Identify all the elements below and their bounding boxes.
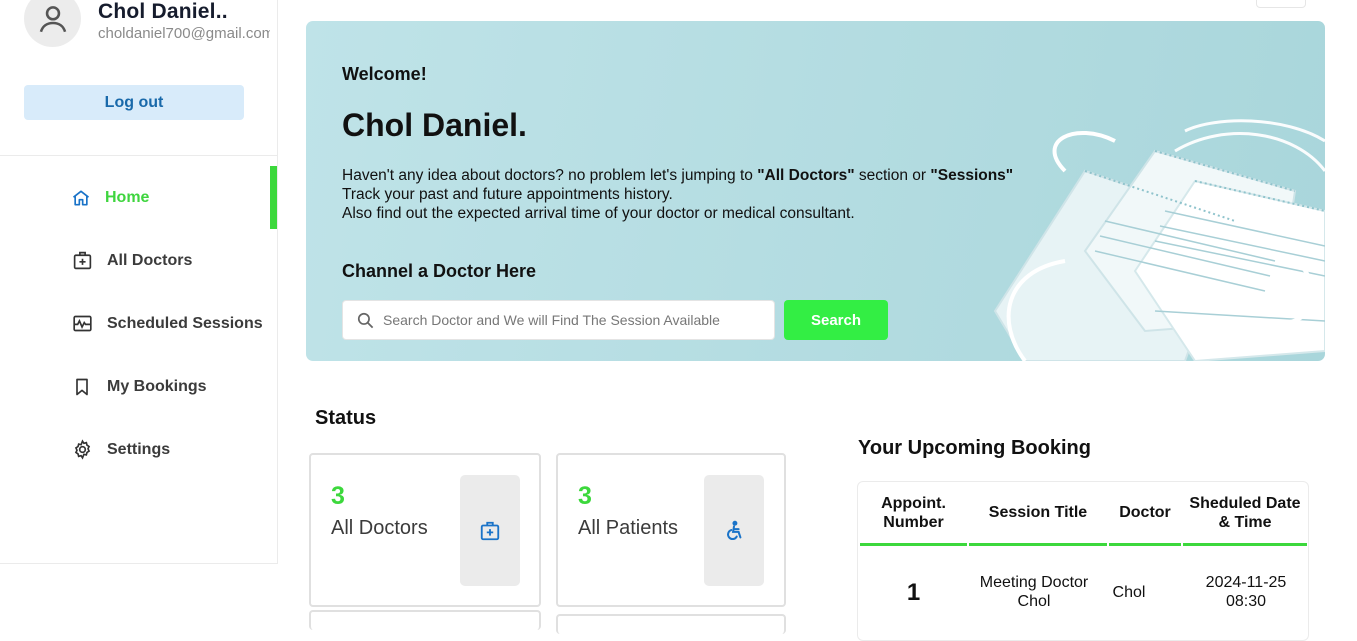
booking-table: Appoint. Number Session Title Doctor She… bbox=[857, 481, 1309, 641]
stat-value: 3 bbox=[578, 482, 592, 510]
channel-doctor-heading: Channel a Doctor Here bbox=[342, 261, 537, 281]
sidebar-item-label: All Doctors bbox=[107, 251, 193, 269]
sidebar-item-label: Settings bbox=[107, 440, 171, 458]
table-cell-session: Meeting Doctor Chol bbox=[979, 574, 1089, 610]
active-indicator bbox=[270, 166, 277, 229]
medical-bag-icon bbox=[71, 250, 93, 272]
home-icon bbox=[70, 187, 92, 209]
bookmark-icon bbox=[71, 376, 93, 398]
avatar bbox=[24, 0, 81, 47]
sidebar-item-settings[interactable]: Settings bbox=[0, 418, 277, 481]
upcoming-booking-heading: Your Upcoming Booking bbox=[858, 437, 1091, 459]
stat-value: 3 bbox=[331, 482, 345, 510]
search-field[interactable] bbox=[342, 300, 775, 340]
user-name-heading: Chol Daniel. bbox=[342, 107, 527, 143]
banner-line1-text: Haven't any idea about doctors? no probl… bbox=[342, 167, 758, 184]
sidebar-item-my-bookings[interactable]: My Bookings bbox=[0, 355, 277, 418]
profile-email: choldaniel700@gmail.com bbox=[98, 25, 270, 42]
status-heading: Status bbox=[315, 407, 377, 429]
column-header: Session Title bbox=[969, 482, 1107, 546]
welcome-heading: Welcome! bbox=[342, 64, 427, 84]
stat-icon-box bbox=[460, 475, 520, 586]
sidebar-item-all-doctors[interactable]: All Doctors bbox=[0, 229, 277, 292]
table-cell-doctor: Chol bbox=[1112, 583, 1146, 601]
column-header: Doctor bbox=[1109, 482, 1181, 546]
banner-description: Haven't any idea about doctors? no probl… bbox=[342, 166, 1102, 223]
sidebar-item-label: Home bbox=[105, 188, 150, 206]
profile-name: Chol Daniel.. bbox=[98, 0, 228, 23]
stat-icon-box bbox=[704, 475, 764, 586]
banner-line3: Also find out the expected arrival time … bbox=[342, 205, 855, 222]
user-icon bbox=[39, 5, 66, 32]
column-header: Appoint. Number bbox=[860, 482, 967, 546]
stat-card-patients[interactable]: 3 All Patients bbox=[556, 453, 786, 607]
logout-button[interactable]: Log out bbox=[24, 85, 244, 120]
sidebar-item-label: My Bookings bbox=[107, 377, 207, 395]
column-header: Sheduled Date & Time bbox=[1183, 482, 1307, 546]
top-corner-button[interactable] bbox=[1256, 0, 1306, 8]
sidebar: Chol Daniel.. choldaniel700@gmail.com Lo… bbox=[0, 0, 278, 564]
search-input[interactable] bbox=[383, 301, 763, 339]
sidebar-item-label: Scheduled Sessions bbox=[107, 314, 263, 332]
all-doctors-link-text: "All Doctors" bbox=[757, 167, 855, 184]
banner-line1-mid: section or bbox=[854, 167, 931, 184]
search-icon bbox=[357, 312, 374, 329]
stat-label: All Patients bbox=[578, 517, 679, 539]
stat-card-partial[interactable] bbox=[309, 610, 541, 630]
stat-card-doctors[interactable]: 3 All Doctors bbox=[309, 453, 541, 607]
search-button[interactable]: Search bbox=[784, 300, 888, 340]
medical-bag-icon bbox=[480, 521, 500, 540]
table-cell-datetime: 2024-11-25 08:30 bbox=[1205, 574, 1287, 610]
calendar-pulse-icon bbox=[71, 313, 93, 335]
welcome-banner: Welcome! Chol Daniel. Haven't any idea a… bbox=[306, 21, 1325, 361]
stat-card-partial[interactable] bbox=[556, 614, 786, 634]
wheelchair-icon bbox=[727, 520, 742, 540]
profile-section: Chol Daniel.. choldaniel700@gmail.com Lo… bbox=[0, 0, 277, 156]
sidebar-item-home[interactable]: Home bbox=[0, 166, 277, 229]
gear-icon bbox=[71, 439, 93, 461]
sessions-link-text: "Sessions" bbox=[930, 167, 1014, 184]
table-cell-number: 1 bbox=[906, 578, 921, 606]
banner-line2: Track your past and future appointments … bbox=[342, 186, 673, 203]
stat-label: All Doctors bbox=[331, 517, 428, 539]
sidebar-item-scheduled-sessions[interactable]: Scheduled Sessions bbox=[0, 292, 277, 355]
